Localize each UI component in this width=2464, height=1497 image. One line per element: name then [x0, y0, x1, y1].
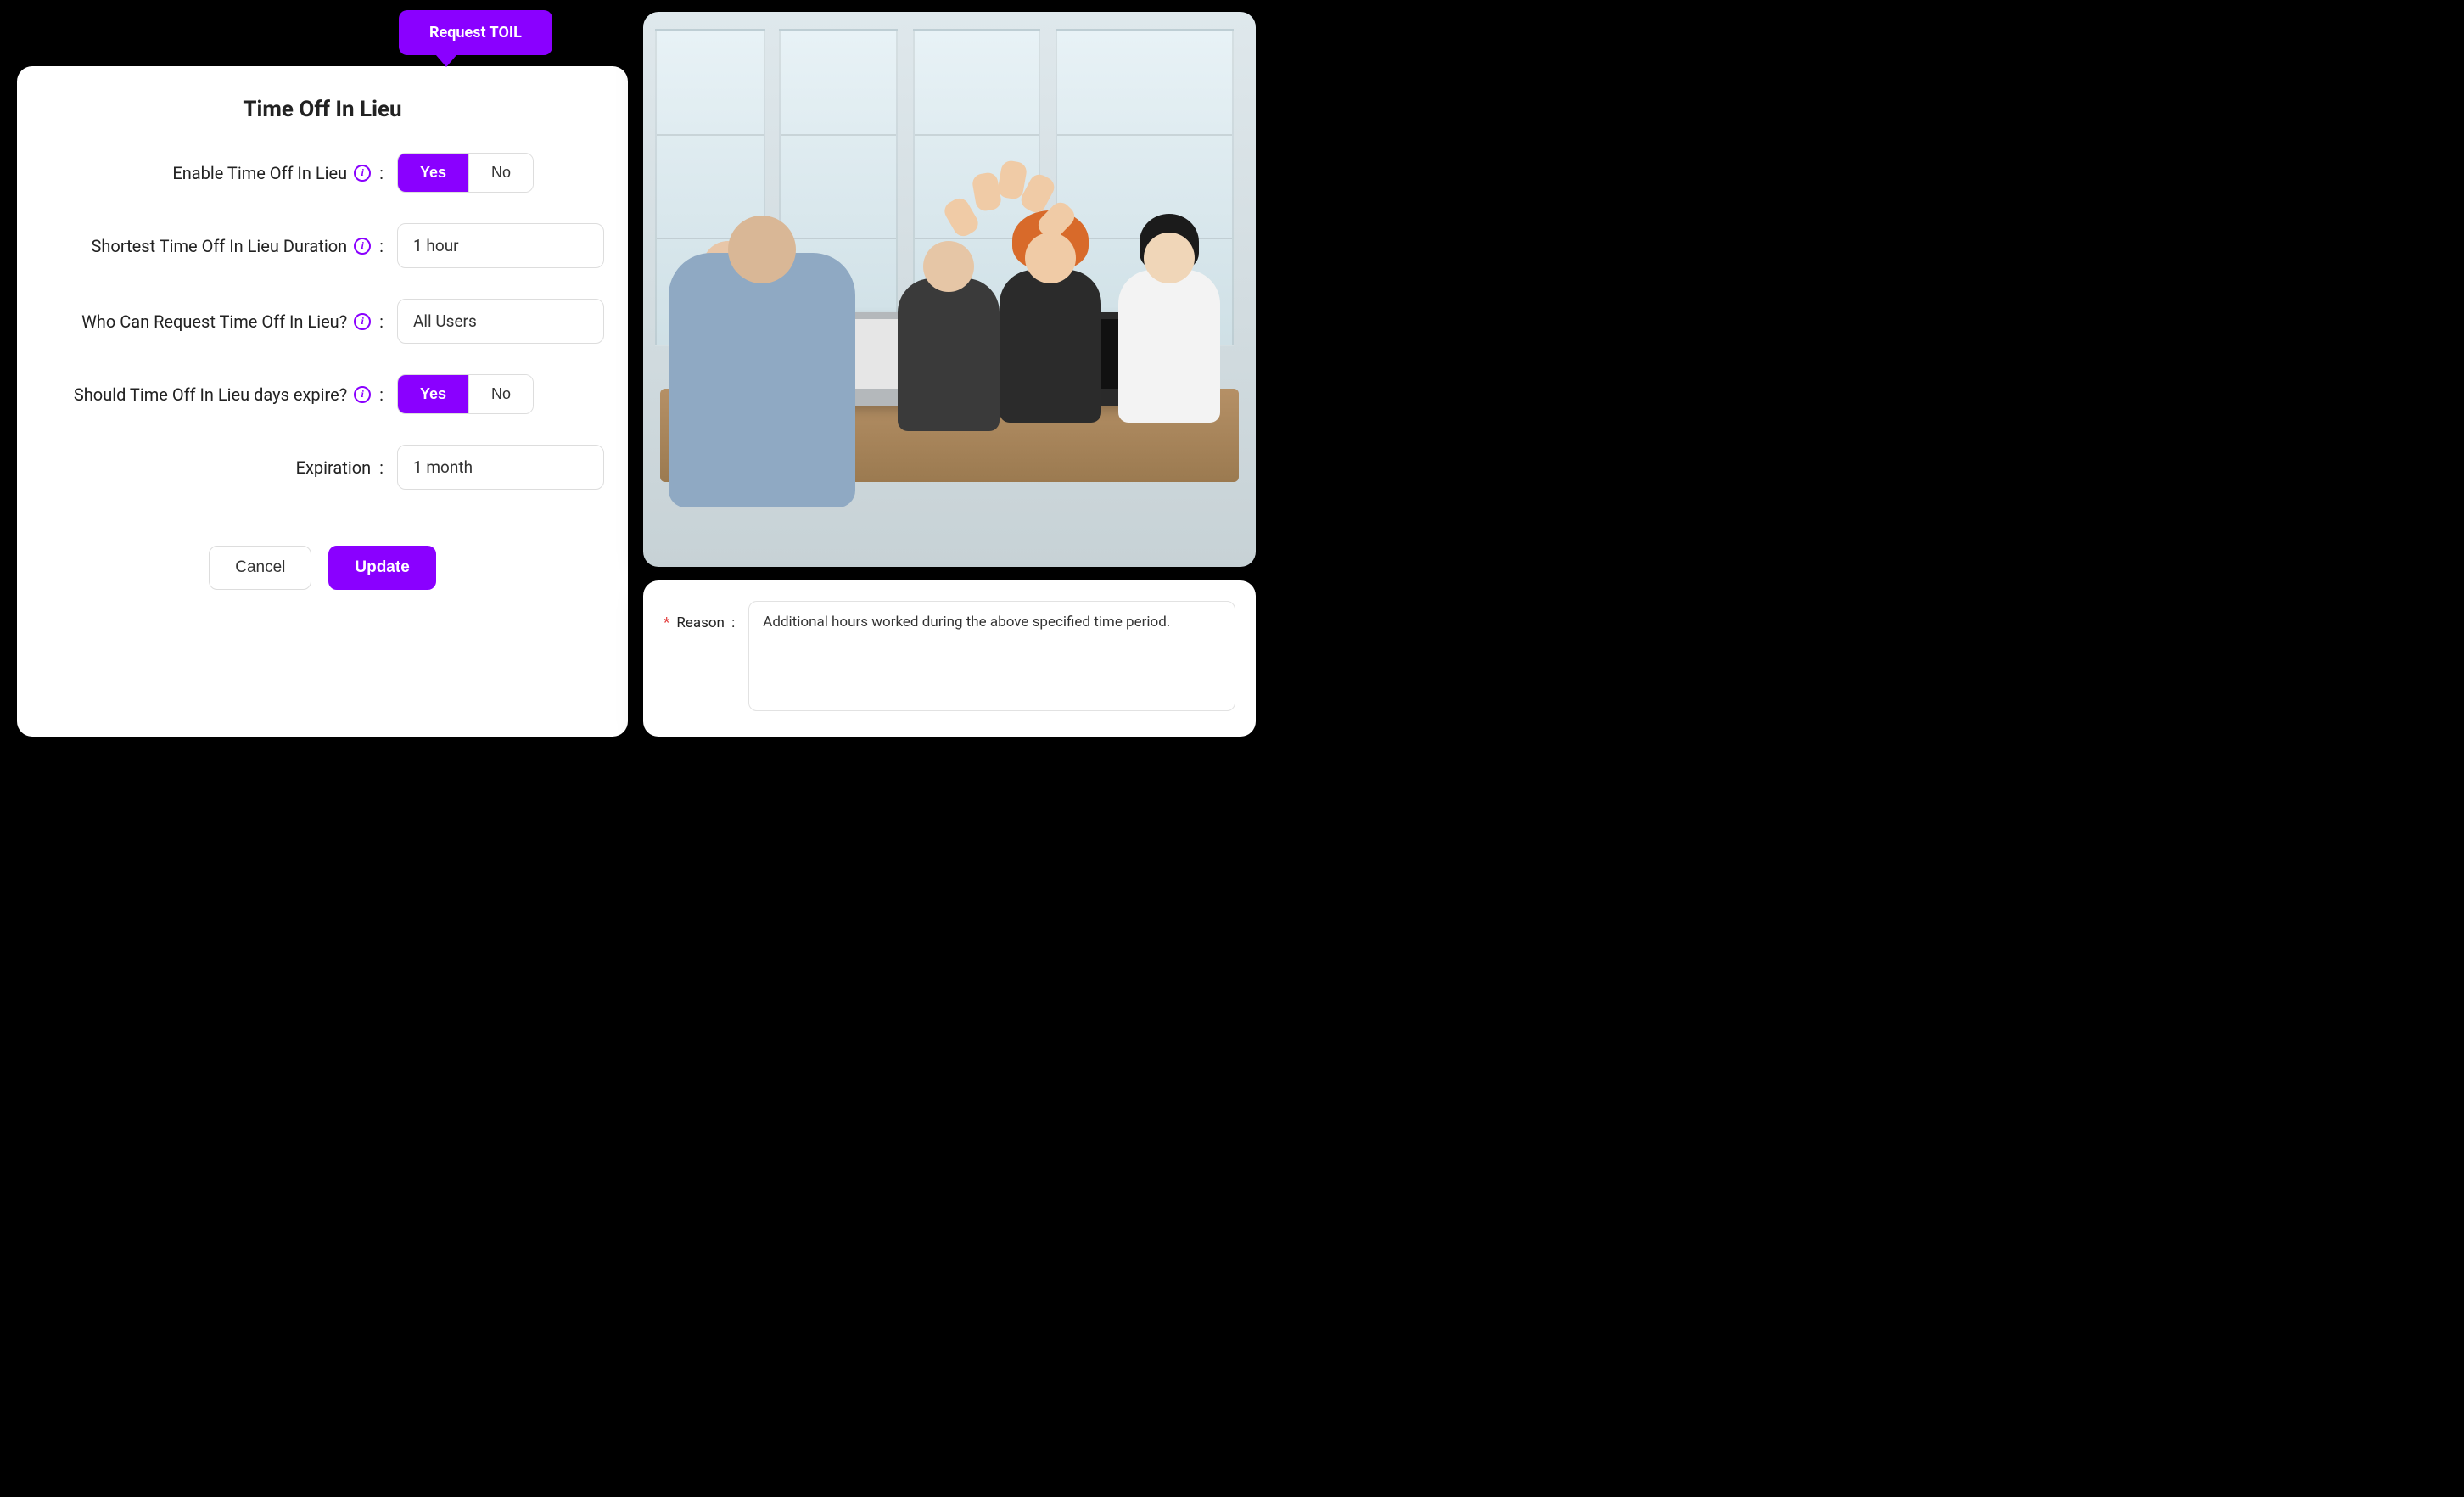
toggle-yes-button[interactable]: Yes	[398, 375, 468, 413]
info-icon[interactable]: i	[354, 313, 371, 330]
label-colon: :	[379, 457, 384, 478]
team-photo-illustration	[643, 12, 1256, 567]
row-who-can-request: Who Can Request Time Off In Lieu? i : Al…	[41, 299, 604, 344]
info-icon[interactable]: i	[354, 386, 371, 403]
label-text: Should Time Off In Lieu days expire?	[74, 384, 347, 405]
label-colon: :	[728, 614, 735, 631]
toggle-no-button[interactable]: No	[468, 154, 533, 192]
label-colon: :	[379, 384, 384, 405]
label-expiration: Expiration :	[41, 457, 397, 478]
row-days-expire: Should Time Off In Lieu days expire? i :…	[41, 374, 604, 414]
label-days-expire: Should Time Off In Lieu days expire? i :	[41, 384, 397, 405]
request-toil-tooltip: Request TOIL	[399, 10, 552, 55]
reason-card: * Reason :	[643, 580, 1256, 737]
row-expiration: Expiration : 1 month	[41, 445, 604, 490]
label-text: Expiration	[296, 457, 372, 478]
cancel-button[interactable]: Cancel	[209, 546, 311, 590]
label-who-can-request: Who Can Request Time Off In Lieu? i :	[41, 311, 397, 332]
label-enable-toil: Enable Time Off In Lieu i :	[41, 163, 397, 183]
label-text: Shortest Time Off In Lieu Duration	[92, 236, 348, 256]
required-marker: *	[664, 614, 669, 631]
label-text: Who Can Request Time Off In Lieu?	[81, 311, 347, 332]
update-button[interactable]: Update	[328, 546, 435, 590]
who-can-request-select[interactable]: All Users	[397, 299, 604, 344]
label-colon: :	[379, 311, 384, 332]
toggle-enable-toil: Yes No	[397, 153, 534, 193]
settings-title: Time Off In Lieu	[41, 97, 604, 122]
tooltip-label: Request TOIL	[429, 24, 522, 42]
form-actions: Cancel Update	[41, 546, 604, 590]
row-enable-toil: Enable Time Off In Lieu i : Yes No	[41, 153, 604, 193]
label-text: Enable Time Off In Lieu	[172, 163, 347, 183]
reason-label: * Reason :	[664, 601, 735, 631]
team-photo-card	[643, 12, 1256, 567]
toil-settings-card: Time Off In Lieu Enable Time Off In Lieu…	[17, 66, 628, 737]
label-colon: :	[379, 236, 384, 256]
shortest-duration-select[interactable]: 1 hour	[397, 223, 604, 268]
toggle-no-button[interactable]: No	[468, 375, 533, 413]
toggle-yes-button[interactable]: Yes	[398, 154, 468, 192]
label-shortest-duration: Shortest Time Off In Lieu Duration i :	[41, 236, 397, 256]
label-colon: :	[379, 163, 384, 183]
info-icon[interactable]: i	[354, 238, 371, 255]
reason-label-text: Reason	[676, 614, 725, 631]
expiration-select[interactable]: 1 month	[397, 445, 604, 490]
toggle-days-expire: Yes No	[397, 374, 534, 414]
info-icon[interactable]: i	[354, 165, 371, 182]
row-shortest-duration: Shortest Time Off In Lieu Duration i : 1…	[41, 223, 604, 268]
reason-textarea[interactable]	[748, 601, 1235, 711]
